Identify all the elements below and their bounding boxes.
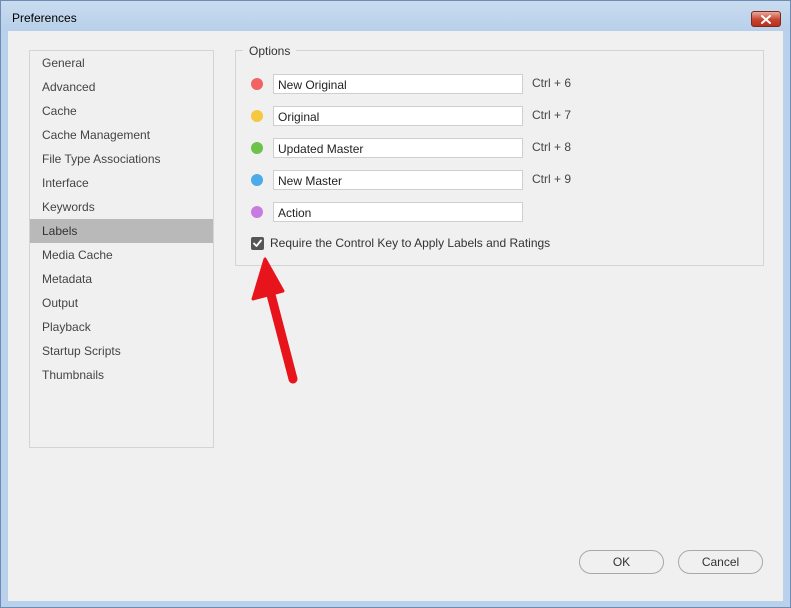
- sidebar-item-cache[interactable]: Cache: [30, 99, 213, 123]
- label-row: Ctrl + 8: [236, 137, 765, 159]
- checkmark-icon: [253, 239, 262, 247]
- label-shortcut: Ctrl + 9: [532, 172, 572, 186]
- close-button[interactable]: [751, 11, 781, 27]
- label-shortcut: Ctrl + 7: [532, 108, 572, 122]
- label-color-dot: [251, 206, 263, 218]
- label-color-dot: [251, 174, 263, 186]
- require-control-key-label: Require the Control Key to Apply Labels …: [270, 236, 551, 250]
- red-arrow-annotation: [251, 257, 298, 384]
- ok-button[interactable]: OK: [579, 550, 664, 574]
- label-color-dot: [251, 142, 263, 154]
- sidebar-item-metadata[interactable]: Metadata: [30, 267, 213, 291]
- label-name-input[interactable]: [273, 170, 523, 190]
- label-row: Ctrl + 9: [236, 169, 765, 191]
- preferences-window: Preferences General Advanced Cache Cache…: [0, 0, 791, 608]
- window-title: Preferences: [12, 11, 77, 25]
- preferences-sidebar: General Advanced Cache Cache Management …: [29, 50, 214, 448]
- label-color-dot: [251, 110, 263, 122]
- sidebar-item-startup-scripts[interactable]: Startup Scripts: [30, 339, 213, 363]
- sidebar-item-general[interactable]: General: [30, 51, 213, 75]
- sidebar-item-output[interactable]: Output: [30, 291, 213, 315]
- sidebar-item-media-cache[interactable]: Media Cache: [30, 243, 213, 267]
- label-row: Ctrl + 6: [236, 73, 765, 95]
- label-name-input[interactable]: [273, 106, 523, 126]
- label-shortcut: Ctrl + 8: [532, 140, 572, 154]
- title-bar[interactable]: Preferences: [1, 1, 790, 31]
- require-control-key-checkbox[interactable]: [251, 237, 264, 250]
- label-shortcut: Ctrl + 6: [532, 76, 572, 90]
- sidebar-item-interface[interactable]: Interface: [30, 171, 213, 195]
- sidebar-item-advanced[interactable]: Advanced: [30, 75, 213, 99]
- label-name-input[interactable]: [273, 138, 523, 158]
- label-name-input[interactable]: [273, 202, 523, 222]
- label-color-dot: [251, 78, 263, 90]
- dialog-content: General Advanced Cache Cache Management …: [8, 31, 783, 601]
- close-icon: [761, 15, 771, 24]
- sidebar-item-labels[interactable]: Labels: [30, 219, 213, 243]
- options-group-title: Options: [243, 44, 297, 58]
- sidebar-item-playback[interactable]: Playback: [30, 315, 213, 339]
- label-row: [236, 201, 765, 223]
- options-group: Ctrl + 6 Ctrl + 7 Ctrl + 8 Ctrl + 9: [235, 50, 764, 266]
- sidebar-item-file-type-associations[interactable]: File Type Associations: [30, 147, 213, 171]
- cancel-button[interactable]: Cancel: [678, 550, 763, 574]
- sidebar-item-cache-management[interactable]: Cache Management: [30, 123, 213, 147]
- sidebar-item-thumbnails[interactable]: Thumbnails: [30, 363, 213, 387]
- label-row: Ctrl + 7: [236, 105, 765, 127]
- sidebar-item-keywords[interactable]: Keywords: [30, 195, 213, 219]
- label-name-input[interactable]: [273, 74, 523, 94]
